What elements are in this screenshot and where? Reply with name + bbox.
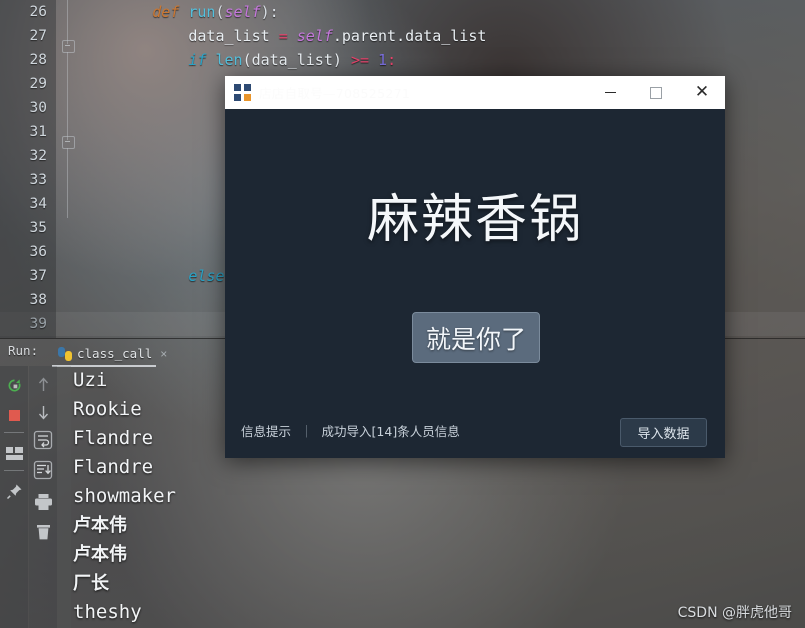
gutter-line-number: 35 <box>29 220 47 236</box>
code-token: (data_list) <box>242 51 351 69</box>
rerun-icon[interactable] <box>0 372 28 398</box>
status-message: 成功导入[14]条人员信息 <box>321 424 460 439</box>
stop-icon[interactable] <box>0 402 28 428</box>
code-token: .parent.data_list <box>332 27 487 45</box>
app-dialog-window[interactable]: 店店自取号—708525271 ✕ 麻辣香锅 就是你了 信息提示 ｜ 成功导入[… <box>225 76 725 458</box>
code-token: def <box>152 3 189 21</box>
editor-gutter[interactable]: 26 27 28 29 30 31 32 33 34 35 36 37 38 39 <box>0 0 56 338</box>
toolbar-separator <box>4 432 24 433</box>
code-line: if len(data_list) >= 1: <box>80 48 805 72</box>
screen-root: 26 27 28 29 30 31 32 33 34 35 36 37 38 39 def run(sel… <box>0 0 805 628</box>
maximize-button[interactable] <box>633 76 679 109</box>
gutter-line-number: 29 <box>29 76 47 92</box>
code-token: else <box>188 267 225 285</box>
app-grid-icon <box>234 84 251 101</box>
gutter-line-number: 30 <box>29 100 47 116</box>
gutter-line-number: 28 <box>29 52 47 68</box>
scroll-down-icon[interactable] <box>29 398 57 426</box>
run-toolbar-primary[interactable] <box>0 366 28 628</box>
import-data-button[interactable]: 导入数据 <box>620 418 707 447</box>
fold-toggle-icon[interactable] <box>62 136 75 149</box>
confirm-choice-button[interactable]: 就是你了 <box>412 312 540 363</box>
console-line: 卢本伟 <box>73 544 127 565</box>
status-separator: ｜ <box>300 424 313 439</box>
console-line: showmaker <box>73 485 176 507</box>
gutter-line-number: 39 <box>29 316 47 332</box>
headline-text: 麻辣香锅 <box>366 190 583 250</box>
console-gutter <box>57 366 71 628</box>
status-bar: 信息提示 ｜ 成功导入[14]条人员信息 <box>241 421 460 440</box>
gutter-line-number: 32 <box>29 148 47 164</box>
fold-guide-line <box>67 52 68 140</box>
dialog-title: 店店自取号—708525271 <box>259 86 411 101</box>
code-token: self <box>296 27 333 45</box>
print-icon[interactable] <box>29 488 57 516</box>
arrow-down-glyph <box>38 405 48 420</box>
code-token: data_list <box>80 27 279 45</box>
clear-all-icon[interactable] <box>29 518 57 546</box>
code-token: run <box>188 3 216 21</box>
code-line: data_list = self.parent.data_list <box>80 24 805 48</box>
status-label: 信息提示 <box>241 424 292 439</box>
code-token: : <box>387 51 397 69</box>
code-token: ( <box>215 3 225 21</box>
python-file-icon <box>58 346 72 361</box>
arrow-up-glyph <box>38 376 48 391</box>
code-token: len <box>215 51 243 69</box>
run-tab-class-call[interactable]: class_call × <box>52 341 173 366</box>
run-tab-label: class_call <box>77 346 153 361</box>
stop-glyph <box>8 409 20 421</box>
fold-guide-line <box>67 148 68 218</box>
wrap-glyph <box>33 430 53 450</box>
code-token: 1 <box>378 51 388 69</box>
rerun-glyph <box>8 379 20 391</box>
console-line: 卢本伟 <box>73 515 127 536</box>
scroll-to-end-icon[interactable] <box>29 456 57 484</box>
gutter-line-number: 36 <box>29 244 47 260</box>
code-token: self <box>224 3 261 21</box>
gutter-line-number: 34 <box>29 196 47 212</box>
gutter-line-number: 37 <box>29 268 47 284</box>
soft-wrap-icon[interactable] <box>29 426 57 454</box>
code-token: p <box>80 99 234 117</box>
gutter-line-number: 38 <box>29 292 47 308</box>
code-token: ): <box>260 3 279 21</box>
fold-toggle-icon[interactable] <box>62 40 75 53</box>
scroll-up-icon[interactable] <box>29 370 57 398</box>
dialog-title-bar[interactable]: 店店自取号—708525271 ✕ <box>225 76 725 109</box>
close-button[interactable]: ✕ <box>679 76 725 109</box>
run-toolbar-secondary[interactable] <box>29 366 57 628</box>
code-token: if <box>188 51 216 69</box>
toolbar-separator <box>4 470 24 471</box>
gutter-line-number: 33 <box>29 172 47 188</box>
dialog-body: 麻辣香锅 就是你了 信息提示 ｜ 成功导入[14]条人员信息 导入数据 <box>225 109 725 458</box>
code-token: >= <box>350 51 369 69</box>
close-icon[interactable]: × <box>160 347 167 361</box>
gutter-line-number: 31 <box>29 124 47 140</box>
minimize-button[interactable] <box>587 76 633 109</box>
layout-icon[interactable] <box>0 440 28 466</box>
csdn-watermark: CSDN @胖虎他哥 <box>677 605 792 621</box>
fold-column[interactable] <box>56 0 78 338</box>
pin-icon[interactable] <box>0 478 28 504</box>
pin-glyph <box>6 484 21 499</box>
code-token: = <box>278 27 288 45</box>
gutter-line-number: 27 <box>29 28 47 44</box>
layout-glyph <box>5 446 23 460</box>
print-glyph <box>34 494 52 510</box>
console-line: 厂长 <box>73 573 109 594</box>
window-controls[interactable]: ✕ <box>587 76 725 109</box>
fold-guide-line <box>67 0 68 44</box>
trash-glyph <box>36 525 50 540</box>
gutter-line-number: 26 <box>29 4 47 20</box>
code-line: def run(self): <box>80 0 805 24</box>
run-label: Run: <box>8 343 39 358</box>
scroll-end-glyph <box>33 460 53 480</box>
